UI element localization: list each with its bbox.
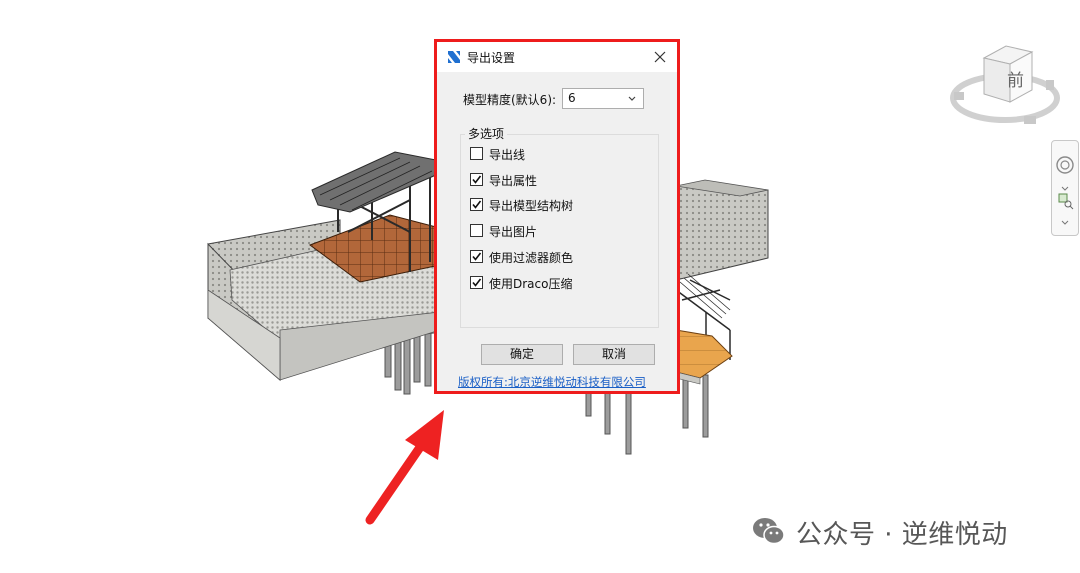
options-group-title: 多选项	[465, 125, 508, 142]
checkbox[interactable]	[470, 224, 483, 237]
copyright-link[interactable]: 版权所有:北京逆维悦动科技有限公司	[458, 374, 646, 390]
close-icon	[654, 51, 666, 63]
navigation-bar	[1051, 140, 1079, 236]
checkbox[interactable]	[470, 147, 483, 160]
precision-value: 6	[568, 91, 576, 105]
checkmark-icon	[472, 278, 482, 287]
watermark-text: 公众号 · 逆维悦动	[796, 520, 1008, 550]
chevron-down-icon[interactable]	[1055, 213, 1075, 233]
checkbox[interactable]	[470, 173, 483, 186]
wechat-icon	[753, 518, 785, 545]
option-label: 使用过滤器颜色	[489, 251, 574, 265]
checkmark-icon	[472, 175, 482, 184]
checkmark-icon	[472, 200, 482, 209]
ok-button[interactable]: 确定	[481, 344, 563, 365]
zoom-region-icon[interactable]	[1055, 191, 1075, 211]
option-label: 使用Draco压缩	[489, 277, 573, 291]
steering-wheel-icon[interactable]	[1055, 155, 1075, 175]
3d-viewport[interactable]: 前 导出设置 模型精度(默认6): 6 多选项 导出线 导出属性 导出模型结构树…	[0, 0, 1080, 573]
checkmark-icon	[472, 252, 482, 261]
checkbox[interactable]	[470, 198, 483, 211]
checkbox[interactable]	[470, 250, 483, 263]
checkbox[interactable]	[470, 276, 483, 289]
precision-dropdown[interactable]: 6	[562, 88, 644, 109]
export-settings-dialog: 导出设置 模型精度(默认6): 6 多选项 导出线 导出属性 导出模型结构树 导…	[437, 42, 677, 391]
viewcube[interactable]	[948, 38, 1063, 130]
close-button[interactable]	[649, 47, 671, 67]
red-arrow	[365, 410, 444, 525]
precision-label: 模型精度(默认6):	[463, 93, 557, 107]
cancel-button[interactable]: 取消	[573, 344, 655, 365]
chevron-down-icon	[628, 96, 636, 101]
dialog-highlight-frame: 导出设置 模型精度(默认6): 6 多选项 导出线 导出属性 导出模型结构树 导…	[434, 39, 680, 394]
option-label: 导出属性	[489, 174, 538, 188]
option-label: 导出模型结构树	[489, 199, 574, 213]
viewcube-front-label: 前	[1007, 71, 1024, 91]
dialog-titlebar[interactable]: 导出设置	[437, 42, 677, 72]
option-label: 导出图片	[489, 225, 538, 239]
option-label: 导出线	[489, 148, 526, 162]
app-logo-icon	[448, 51, 460, 63]
dialog-title: 导出设置	[467, 51, 516, 65]
